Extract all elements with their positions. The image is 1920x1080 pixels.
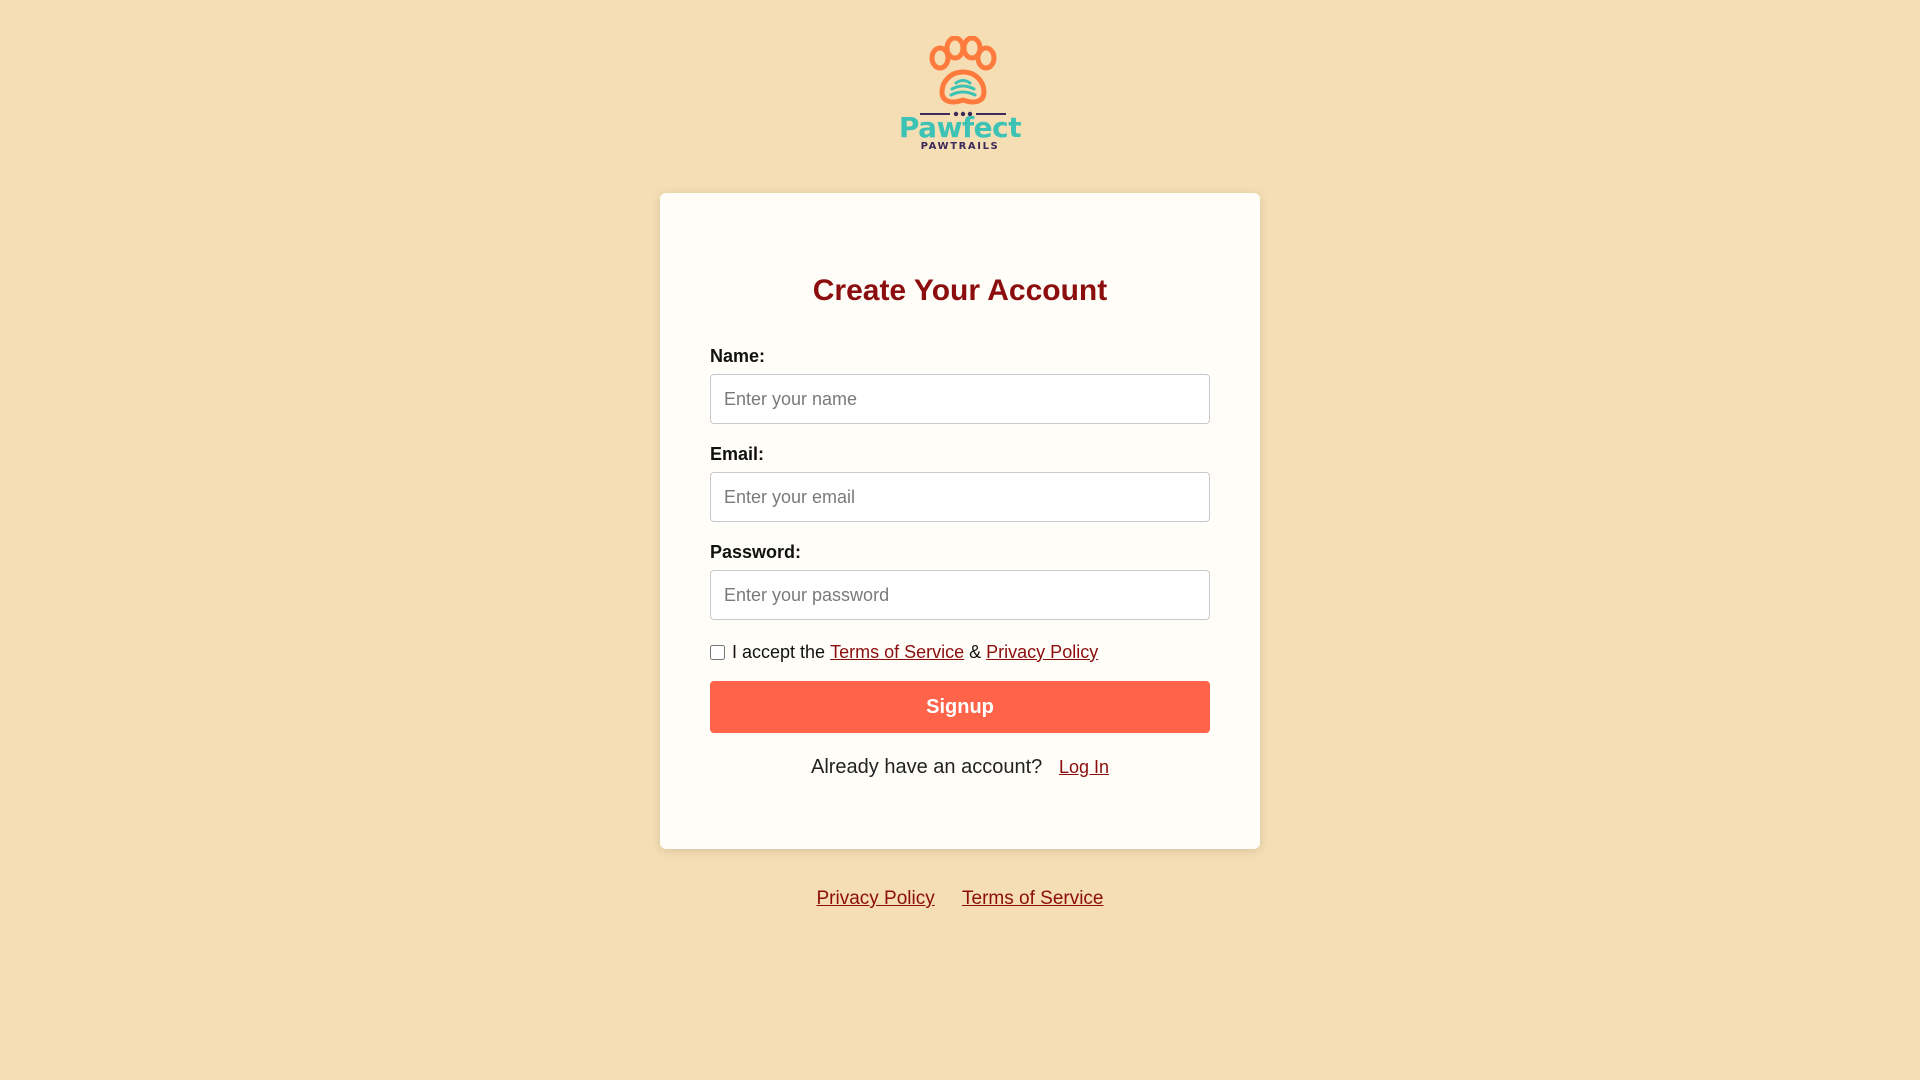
email-label: Email: — [710, 444, 765, 464]
ampersand: & — [969, 641, 982, 662]
logo-title: Pawfect — [898, 111, 1022, 144]
privacy-policy-link[interactable]: Privacy Policy — [986, 642, 1098, 663]
logo-tagline: PAWTRAILS — [920, 141, 1000, 152]
footer-terms-of-service-link[interactable]: Terms of Service — [962, 888, 1103, 909]
paw-icon — [929, 36, 997, 105]
accept-terms-text: I accept the — [732, 641, 826, 662]
footer-links: Privacy Policy Terms of Service — [0, 888, 1920, 910]
accept-terms-row: I accept the Terms of Service & Privacy … — [709, 640, 1098, 664]
page-title: Create Your Account — [812, 274, 1108, 307]
name-input[interactable] — [710, 374, 1210, 424]
password-label: Password: — [710, 542, 802, 562]
name-label: Name: — [710, 346, 766, 366]
login-prompt-row: Already have an account? Log In — [0, 756, 1920, 779]
accept-terms-checkbox[interactable] — [710, 644, 725, 660]
signup-button[interactable]: Signup — [710, 681, 1210, 733]
brand-logo: Pawfect PAWTRAILS — [898, 36, 1022, 154]
signup-page: Pawfect PAWTRAILS Create Your Account Na… — [0, 0, 1920, 1080]
email-input[interactable] — [710, 472, 1210, 522]
login-prompt-text: Already have an account? — [810, 756, 1043, 778]
password-input[interactable] — [710, 570, 1210, 620]
terms-of-service-link[interactable]: Terms of Service — [830, 642, 964, 663]
footer-privacy-policy-link[interactable]: Privacy Policy — [816, 888, 934, 909]
login-link[interactable]: Log In — [1059, 757, 1109, 777]
